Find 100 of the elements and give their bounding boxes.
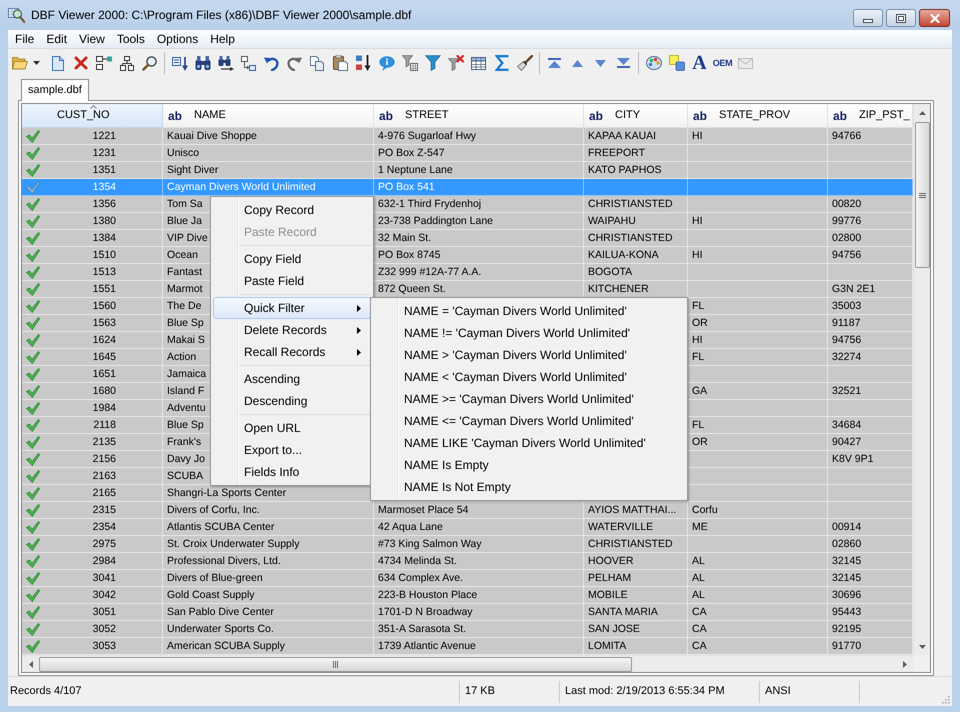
table-cell: 1513 <box>92 266 116 278</box>
table-cell: 1510 <box>92 248 116 262</box>
table-cell: 32145 <box>832 554 862 568</box>
table-cell: KITCHENER <box>588 282 649 296</box>
table-cell: PO Box Z-547 <box>378 146 445 160</box>
table-cell: SANTA MARIA <box>588 606 658 618</box>
table-cell: 632-1 Third Frydenhoj <box>378 198 482 210</box>
table-cell: AL <box>692 554 705 568</box>
table-cell: PO Box 541 <box>378 180 435 194</box>
table-cell: 30696 <box>832 588 862 602</box>
table-cell: PELHAM <box>588 572 632 584</box>
table-cell: 1231 <box>92 146 116 160</box>
table-cell: GA <box>692 384 708 398</box>
table-cell: Action <box>167 350 196 364</box>
table-cell: FL <box>692 300 704 312</box>
field-type-label: ab <box>589 108 604 122</box>
table-cell: KATO PAPHOS <box>588 164 662 176</box>
status-text: 17 KB <box>465 685 495 698</box>
column-label: NAME <box>194 109 226 122</box>
table-cell: 1680 <box>92 384 116 398</box>
table-cell: HI <box>692 248 702 262</box>
table-cell: 00820 <box>832 198 862 210</box>
table-cell: Gold Coast Supply <box>167 588 255 602</box>
table-cell: 4734 Melinda St. <box>378 554 457 568</box>
table-cell: 00914 <box>832 520 862 534</box>
table-cell: Unisco <box>167 146 200 160</box>
table-cell: Z32 999 #12A-77 A.A. <box>378 266 482 278</box>
table-cell: 3041 <box>92 572 116 584</box>
column-label: STATE_PROV <box>719 109 790 122</box>
column-label: STREET <box>405 109 448 122</box>
table-cell: 42 Aqua Lane <box>378 520 443 534</box>
table-cell: Cayman Divers World Unlimited <box>167 180 316 194</box>
table-cell: 1651 <box>92 368 116 380</box>
table-cell: 1645 <box>92 350 116 364</box>
table-cell: 1 Neptune Lane <box>378 164 453 176</box>
table-cell: 351-A Sarasota St. <box>378 622 466 636</box>
table-cell: 1624 <box>92 334 116 346</box>
table-cell: Kauai Dive Shoppe <box>167 130 257 142</box>
table-cell: VIP Dive <box>167 232 208 244</box>
table-cell: Underwater Sports Co. <box>167 622 274 636</box>
table-cell: 2163 <box>92 470 116 482</box>
table-cell: 1551 <box>92 282 116 296</box>
table-cell: 2975 <box>92 538 116 550</box>
column-label: ZIP_PST_ <box>859 109 910 122</box>
table-cell: 3052 <box>92 622 116 636</box>
table-cell: HI <box>692 214 702 228</box>
table-cell: HI <box>692 130 702 142</box>
table-cell: AYIOS MATTHAI... <box>588 504 676 516</box>
table-cell: WATERVILLE <box>588 520 654 534</box>
table-cell: Marmoset Place 54 <box>378 504 468 516</box>
table-cell: Blue Sp <box>167 316 204 330</box>
table-cell: CA <box>692 622 707 636</box>
table-cell: 94756 <box>832 248 862 262</box>
table-cell: 99776 <box>832 214 862 228</box>
table-cell: 2165 <box>92 486 116 500</box>
table-cell: 32145 <box>832 572 862 584</box>
table-cell: 32274 <box>832 350 862 364</box>
table-cell: Frank's <box>167 436 202 448</box>
table-cell: 1563 <box>92 316 116 330</box>
table-cell: 3053 <box>92 640 116 652</box>
table-cell: 1701-D N Broadway <box>378 606 473 618</box>
table-cell: LOMITA <box>588 640 626 652</box>
table-cell: Tom Sa <box>167 198 203 210</box>
column-label: CITY <box>615 109 640 122</box>
table-cell: San Pablo Dive Center <box>167 606 274 618</box>
table-cell: Marmot <box>167 282 203 296</box>
table-cell: 34684 <box>832 418 862 432</box>
table-cell: KAPAA KAUAI <box>588 130 656 142</box>
field-type-label: ab <box>693 108 708 122</box>
table-cell: Ocean <box>167 248 198 262</box>
table-cell: 92195 <box>832 622 862 636</box>
table-cell: FL <box>692 418 704 432</box>
table-cell: 2135 <box>92 436 116 448</box>
table-cell: Shangri-La Sports Center <box>167 486 286 500</box>
table-cell: 95443 <box>832 606 862 618</box>
table-cell: 91770 <box>832 640 862 652</box>
table-cell: 2984 <box>92 554 116 568</box>
field-type-label: ab <box>379 108 394 122</box>
table-cell: Corfu <box>692 504 718 516</box>
table-cell: SAN JOSE <box>588 622 640 636</box>
column-label: CUST_NO <box>57 109 110 122</box>
table-cell: Blue Sp <box>167 418 204 432</box>
table-cell: 1560 <box>92 300 116 312</box>
field-type-label: ab <box>833 108 848 122</box>
table-cell: Fantast <box>167 266 202 278</box>
table-cell: 1380 <box>92 214 116 228</box>
table-cell: 1384 <box>92 232 116 244</box>
table-cell: #73 King Salmon Way <box>378 538 482 550</box>
table-cell: PO Box 8745 <box>378 248 440 262</box>
table-cell: American SCUBA Supply <box>167 640 285 652</box>
table-cell: BOGOTA <box>588 266 632 278</box>
table-cell: Professional Divers, Ltd. <box>167 554 281 568</box>
table-cell: St. Croix Underwater Supply <box>167 538 300 550</box>
table-cell: KAILUA-KONA <box>588 248 659 262</box>
table-cell: 94756 <box>832 334 862 346</box>
table-cell: Adventu <box>167 402 206 414</box>
table-cell: Blue Ja <box>167 214 202 228</box>
table-cell: AL <box>692 588 705 602</box>
field-type-label: ab <box>168 108 182 122</box>
table-cell: 23-738 Paddington Lane <box>378 214 494 228</box>
